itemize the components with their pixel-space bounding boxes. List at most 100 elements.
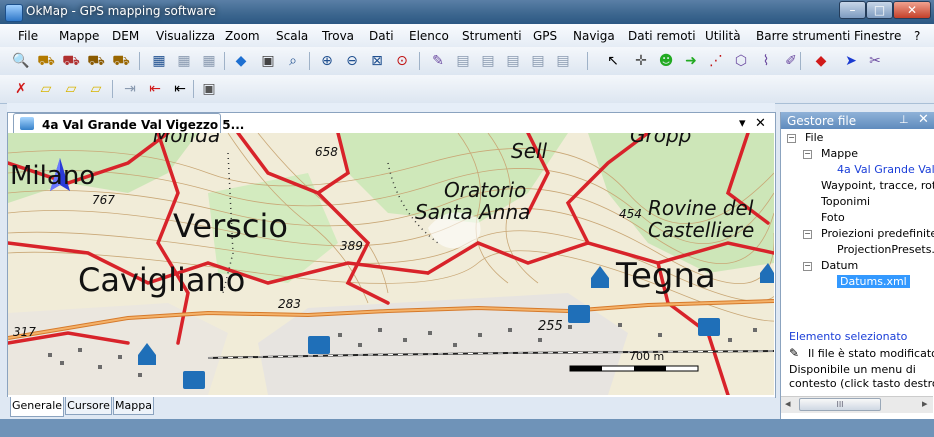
pin-icon[interactable]: ⊥ — [899, 113, 909, 126]
menu-dati[interactable]: Dati — [369, 29, 394, 43]
export-2-icon[interactable]: ⇤ — [171, 81, 189, 97]
scale-bar-label: 700 m — [629, 350, 665, 363]
map-document-tab[interactable]: 4a Val Grande Val Vigezzo 5... — [13, 113, 244, 135]
file-tree: −File−Mappe4a Val Grande Val VigezzoWayp… — [781, 129, 934, 294]
layer-icon[interactable]: ▤ — [454, 53, 472, 69]
smiley-icon[interactable]: ☻ — [657, 53, 675, 69]
track-icon-glyph: ⋰ — [709, 53, 723, 69]
menu-visualizza[interactable]: Visualizza — [156, 29, 215, 43]
tree-node[interactable]: Datum — [821, 259, 858, 272]
menu-help[interactable]: ? — [914, 29, 920, 43]
tree-expander-icon[interactable]: − — [803, 262, 812, 271]
modified-pencil-icon: ✎ — [789, 346, 800, 360]
window-title: OkMap - GPS mapping software — [26, 4, 216, 18]
tab-close-icon[interactable]: ✕ — [755, 116, 766, 131]
polygon-icon[interactable]: ⬡ — [732, 53, 750, 69]
zoom-window-icon[interactable]: ⊠ — [368, 53, 386, 69]
tree-node[interactable]: Proiezioni predefinite — [821, 227, 934, 240]
map-edit-icon[interactable]: ⛟ — [62, 53, 80, 69]
export-icon-glyph: ⇤ — [149, 81, 161, 97]
layer-3-icon[interactable]: ▤ — [504, 53, 522, 69]
menu-utilita[interactable]: Utilità — [705, 29, 741, 43]
properties-icon[interactable]: ▣ — [259, 53, 277, 69]
tree-node[interactable]: 4a Val Grande Val Vigezzo — [837, 163, 934, 176]
menu-zoom[interactable]: Zoom — [225, 29, 260, 43]
measure-icon[interactable]: ✗ — [12, 81, 30, 97]
waypoint-draw-icon-glyph: ✐ — [785, 53, 797, 69]
menu-elenco[interactable]: Elenco — [409, 29, 449, 43]
pan-icon[interactable]: ✛ — [632, 53, 650, 69]
minimize-button[interactable]: – — [839, 1, 866, 19]
tree-node[interactable]: Toponimi — [821, 195, 870, 208]
map-remove-icon[interactable]: ⛟ — [87, 53, 105, 69]
diamond-icon[interactable]: ◆ — [812, 53, 830, 69]
open-map-icon[interactable]: 🔍 — [12, 53, 30, 69]
panel-close-icon[interactable]: ✕ — [918, 112, 929, 127]
tree-node[interactable]: Mappe — [821, 147, 858, 160]
menu-dem[interactable]: DEM — [112, 29, 139, 43]
close-button[interactable]: ✕ — [893, 1, 931, 19]
zoom-out-icon[interactable]: ⊖ — [343, 53, 361, 69]
save-as-icon[interactable]: ▦ — [175, 53, 193, 69]
menu-finestre[interactable]: Finestre — [854, 29, 901, 43]
save-icon[interactable]: ▦ — [150, 53, 168, 69]
ruler-icon[interactable]: ▱ — [37, 81, 55, 97]
tab-generale[interactable]: Generale — [10, 397, 64, 417]
scroll-right-icon[interactable]: ▸ — [922, 397, 928, 410]
tree-expander-icon[interactable]: − — [803, 150, 812, 159]
menu-strumenti[interactable]: Strumenti — [462, 29, 522, 43]
tree-node[interactable]: ProjectionPresets.xml — [837, 243, 934, 256]
arrow-icon[interactable]: ➤ — [842, 53, 860, 69]
pointer-icon[interactable]: ↖ — [604, 53, 622, 69]
scroll-left-icon[interactable]: ◂ — [785, 397, 791, 410]
polygon-icon-glyph: ⬡ — [734, 53, 748, 69]
tab-dropdown-icon[interactable]: ▾ — [739, 116, 746, 131]
menu-mappe[interactable]: Mappe — [59, 29, 99, 43]
layer-5-icon[interactable]: ▤ — [554, 53, 572, 69]
tab-cursore[interactable]: Cursore — [65, 397, 112, 415]
ruler-area-icon[interactable]: ▱ — [62, 81, 80, 97]
toolbar-separator — [139, 52, 140, 70]
import-icon[interactable]: ⇥ — [121, 81, 139, 97]
tree-node[interactable]: Foto — [821, 211, 845, 224]
scroll-thumb[interactable]: III — [799, 398, 881, 411]
draw-icon[interactable]: ✎ — [429, 53, 447, 69]
map-folder-icon[interactable]: ⛟ — [112, 53, 130, 69]
file-tree-scrollbar[interactable]: ◂ III ▸ — [781, 396, 933, 413]
maximize-button[interactable]: □ — [866, 1, 893, 19]
menu-dati-remoti[interactable]: Dati remoti — [628, 29, 696, 43]
settings-icon[interactable]: ▣ — [200, 81, 218, 97]
save-all-icon[interactable]: ▦ — [200, 53, 218, 69]
menu-gps[interactable]: GPS — [533, 29, 557, 43]
menu-file[interactable]: File — [18, 29, 38, 43]
waypoint-draw-icon[interactable]: ✐ — [782, 53, 800, 69]
draw-icon-glyph: ✎ — [432, 53, 444, 69]
tree-node[interactable]: Waypoint, tracce, rotte — [821, 179, 934, 192]
track-icon[interactable]: ⋰ — [707, 53, 725, 69]
tree-expander-icon[interactable]: − — [803, 230, 812, 239]
tree-node[interactable]: Datums.xml — [837, 275, 910, 288]
search-icon[interactable]: ⌕ — [284, 53, 302, 69]
paint-icon[interactable]: ◆ — [232, 53, 250, 69]
tree-expander-icon[interactable]: − — [787, 134, 796, 143]
save-icon-glyph: ▦ — [152, 53, 166, 69]
export-icon[interactable]: ⇤ — [146, 81, 164, 97]
map-add-icon[interactable]: ⛟ — [37, 53, 55, 69]
ruler-profile-icon[interactable]: ▱ — [87, 81, 105, 97]
tab-mappa[interactable]: Mappa — [113, 397, 154, 415]
map-view[interactable]: Milano Verscio Cavigliano Tegna Sell Ora… — [8, 133, 774, 395]
path-edit-icon[interactable]: ✂ — [866, 53, 884, 69]
layer-2-icon[interactable]: ▤ — [479, 53, 497, 69]
layer-4-icon[interactable]: ▤ — [529, 53, 547, 69]
route-icon[interactable]: ➜ — [682, 53, 700, 69]
zoom-in-icon[interactable]: ⊕ — [318, 53, 336, 69]
tree-node[interactable]: File — [805, 131, 823, 144]
menu-barre-strumenti[interactable]: Barre strumenti — [756, 29, 850, 43]
zoom-1-1-icon[interactable]: ⊙ — [393, 53, 411, 69]
menu-naviga[interactable]: Naviga — [573, 29, 615, 43]
layer-2-icon-glyph: ▤ — [481, 53, 495, 69]
menu-scala[interactable]: Scala — [276, 29, 308, 43]
elevation-389: 389 — [340, 239, 363, 253]
polyline-icon[interactable]: ⌇ — [757, 53, 775, 69]
menu-trova[interactable]: Trova — [322, 29, 354, 43]
